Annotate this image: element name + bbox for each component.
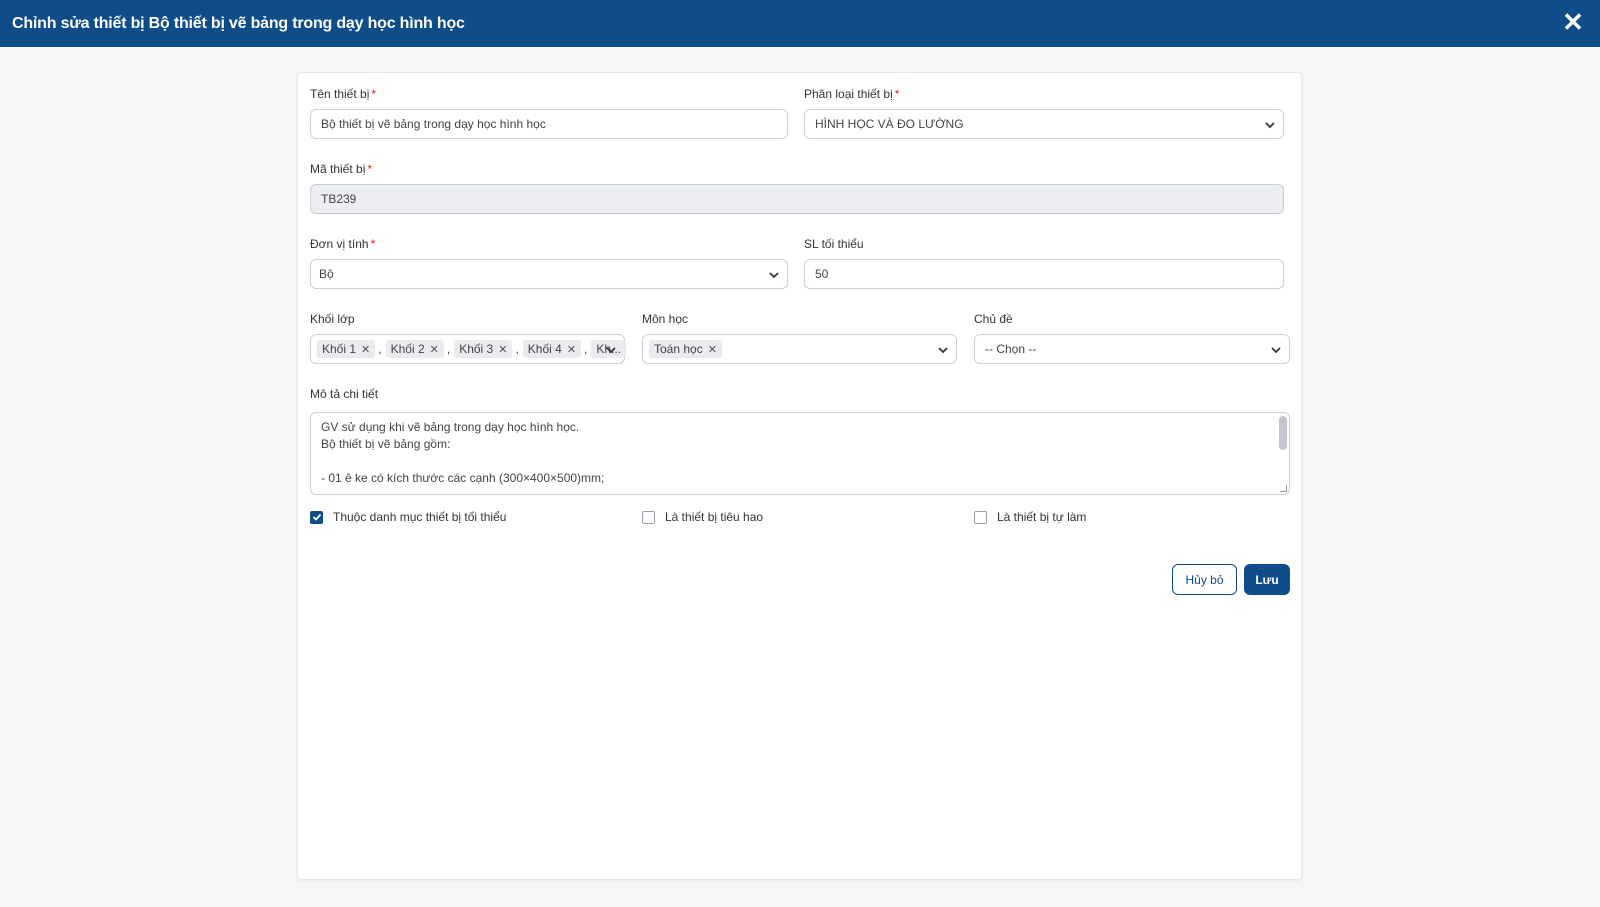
cancel-button[interactable]: Hủy bỏ bbox=[1172, 564, 1237, 595]
category-label: Phân loại thiết bị * bbox=[804, 87, 899, 101]
check-icon bbox=[312, 513, 321, 521]
checkbox-label: Thuộc danh mục thiết bị tối thiểu bbox=[333, 510, 507, 524]
textarea-scrollbar[interactable] bbox=[1279, 416, 1287, 450]
topic-select[interactable]: -- Chọn -- bbox=[974, 334, 1290, 364]
x-icon[interactable]: ✕ bbox=[498, 343, 507, 356]
category-select[interactable]: HÌNH HỌC VÀ ĐO LƯỜNG bbox=[804, 109, 1284, 139]
tag-separator: , bbox=[584, 342, 588, 356]
chevron-down-icon bbox=[1265, 122, 1275, 129]
subject-multiselect[interactable]: Toán học ✕ bbox=[642, 334, 957, 364]
modal-header: Chỉnh sửa thiết bị Bộ thiết bị vẽ bảng t… bbox=[0, 0, 1600, 47]
unit-value: Bộ bbox=[319, 267, 334, 281]
checkbox-label: Là thiết bị tự làm bbox=[997, 510, 1087, 524]
chevron-down-icon bbox=[606, 347, 616, 354]
grade-tag-label: Khối 3 bbox=[459, 342, 494, 356]
required-mark: * bbox=[367, 162, 373, 176]
x-icon[interactable]: ✕ bbox=[567, 343, 576, 356]
checkbox-checked[interactable] bbox=[310, 510, 323, 524]
min-qty-label: SL tối thiểu bbox=[804, 237, 864, 251]
tag-separator: , bbox=[378, 342, 382, 356]
x-icon[interactable]: ✕ bbox=[708, 343, 717, 356]
tag-separator: , bbox=[515, 342, 519, 356]
description-label: Mô tả chi tiết bbox=[310, 387, 379, 401]
device-code-label: Mã thiết bị * bbox=[310, 162, 372, 176]
x-icon[interactable]: ✕ bbox=[361, 343, 370, 356]
grade-tag[interactable]: Khối 2 ✕ bbox=[385, 340, 444, 358]
checkbox-unchecked[interactable] bbox=[642, 510, 655, 524]
required-mark: * bbox=[370, 237, 376, 251]
chevron-down-icon bbox=[769, 272, 779, 279]
subject-label: Môn học bbox=[642, 312, 689, 326]
device-name-value: Bộ thiết bị vẽ bảng trong dạy học hình h… bbox=[321, 117, 546, 131]
x-icon[interactable]: ✕ bbox=[430, 343, 439, 356]
grade-label: Khối lớp bbox=[310, 312, 355, 326]
topic-value: -- Chọn -- bbox=[985, 342, 1037, 356]
description-line bbox=[321, 453, 1279, 470]
category-value: HÌNH HỌC VÀ ĐO LƯỜNG bbox=[815, 117, 964, 131]
checkbox-unchecked[interactable] bbox=[974, 510, 987, 524]
min-qty-input[interactable]: 50 bbox=[804, 259, 1284, 289]
description-textarea[interactable]: GV sử dụng khi vẽ bảng trong dạy học hìn… bbox=[310, 412, 1290, 495]
subject-tag-label: Toán học bbox=[654, 342, 703, 356]
topic-label: Chủ đề bbox=[974, 312, 1013, 326]
checkbox-consumable[interactable]: Là thiết bị tiêu hao bbox=[642, 510, 763, 524]
min-qty-value: 50 bbox=[815, 267, 829, 281]
grade-tag[interactable]: Khối 4 ✕ bbox=[522, 340, 582, 358]
grade-tag-label: Khối 1 bbox=[322, 342, 357, 356]
checkbox-label: Là thiết bị tiêu hao bbox=[665, 510, 764, 524]
chevron-down-icon bbox=[938, 347, 948, 354]
device-code-input: TB239 bbox=[310, 184, 1284, 214]
grade-tag[interactable]: Khối 1 ✕ bbox=[317, 340, 376, 358]
required-mark: * bbox=[371, 87, 377, 101]
grade-tag[interactable]: Khối 3 ✕ bbox=[454, 340, 513, 358]
description-line: Bộ thiết bị vẽ bảng gồm: bbox=[321, 437, 451, 451]
close-icon[interactable]: ✕ bbox=[1560, 9, 1586, 36]
grade-multiselect[interactable]: Khối 1 ✕, Khối 2 ✕, Khối 3 ✕, Khối 4 ✕, Kh..… bbox=[310, 334, 627, 364]
subject-tag[interactable]: Toán học ✕ bbox=[649, 340, 722, 358]
device-name-label: Tên thiết bị * bbox=[310, 87, 376, 101]
resize-handle-icon[interactable] bbox=[1280, 485, 1287, 492]
modal-title: Chỉnh sửa thiết bị Bộ thiết bị vẽ bảng t… bbox=[12, 14, 465, 32]
checkbox-minimum-list[interactable]: Thuộc danh mục thiết bị tối thiểu bbox=[310, 510, 506, 524]
edit-form-card: Tên thiết bị * Bộ thiết bị vẽ bảng trong … bbox=[297, 72, 1302, 880]
save-button[interactable]: Lưu bbox=[1244, 564, 1290, 595]
device-code-label-text: Mã thiết bị bbox=[310, 162, 366, 176]
device-name-input[interactable]: Bộ thiết bị vẽ bảng trong dạy học hình h… bbox=[310, 109, 788, 139]
required-mark: * bbox=[894, 87, 900, 101]
device-name-label-text: Tên thiết bị bbox=[310, 87, 370, 101]
description-line: GV sử dụng khi vẽ bảng trong dạy học hìn… bbox=[321, 420, 580, 434]
grade-tag-label: Khối 2 bbox=[390, 342, 425, 356]
category-label-text: Phân loại thiết bị bbox=[804, 87, 893, 101]
checkbox-self-made[interactable]: Là thiết bị tự làm bbox=[974, 510, 1086, 524]
unit-select[interactable]: Bộ bbox=[310, 259, 788, 289]
chevron-down-icon bbox=[1271, 347, 1281, 354]
grade-tag-label: Khối 4 bbox=[527, 342, 562, 356]
unit-label: Đơn vị tính * bbox=[310, 237, 375, 251]
device-code-value: TB239 bbox=[321, 192, 357, 206]
unit-label-text: Đơn vị tính bbox=[310, 237, 369, 251]
description-line: - 01 ê ke có kích thước các cạnh (300×40… bbox=[321, 471, 605, 485]
tag-separator: , bbox=[446, 342, 451, 356]
